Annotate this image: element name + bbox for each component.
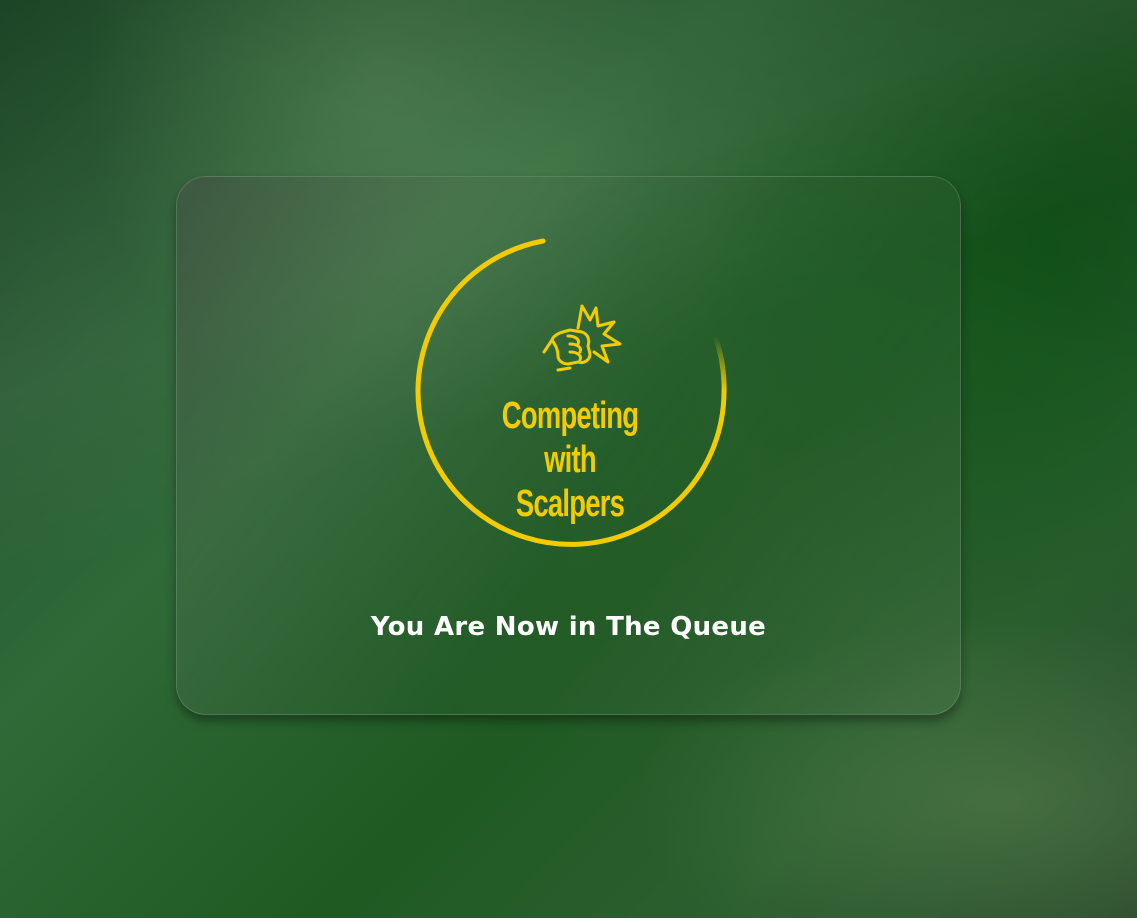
logo-wordmark: Competing with Scalpers <box>476 394 663 526</box>
fist-punch-icon <box>542 304 622 372</box>
logo-line-1: Competing with <box>501 395 639 481</box>
queue-status-message: You Are Now in The Queue <box>370 612 767 642</box>
logo-line-2: Scalpers <box>515 483 625 525</box>
